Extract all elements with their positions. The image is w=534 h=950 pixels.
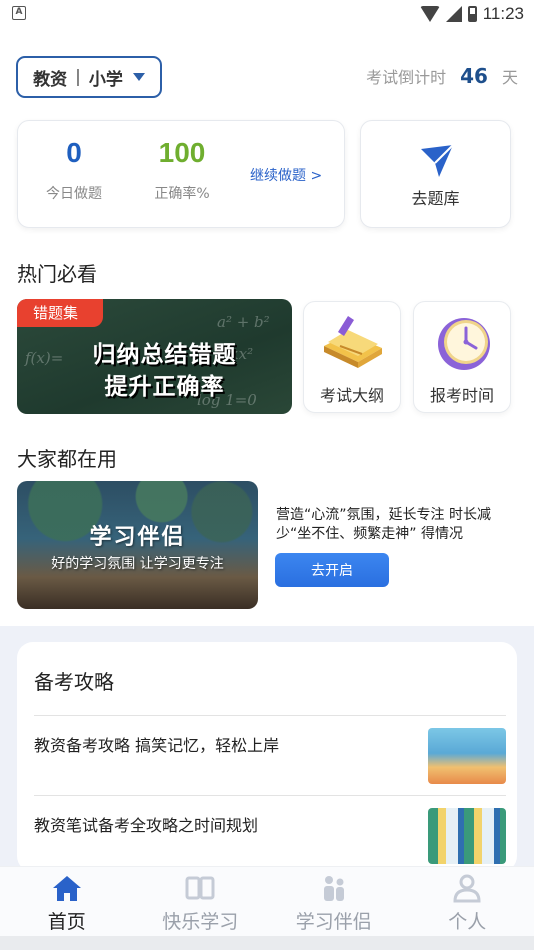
grade-label: 小学 <box>88 69 123 90</box>
question-bank-label: 去题库 <box>411 189 460 208</box>
registration-time-card[interactable]: 报考时间 <box>413 301 511 413</box>
open-book-icon <box>185 876 215 900</box>
registration-time-label: 报考时间 <box>429 386 494 405</box>
system-nav-bar <box>0 936 534 950</box>
open-study-companion-button[interactable]: 去开启 <box>275 553 389 587</box>
status-bar: A 11:23 <box>0 0 534 28</box>
exam-syllabus-label: 考试大纲 <box>319 386 384 405</box>
book-icon <box>324 316 382 368</box>
study-companion-title: 学习伴侣 <box>89 525 186 550</box>
people-icon <box>323 876 344 901</box>
banner-subheadline: 提升正确率 <box>104 374 225 400</box>
tab-home-label: 首页 <box>47 911 86 933</box>
today-count-label: 今日做题 <box>46 186 102 202</box>
battery-icon <box>467 6 477 22</box>
clock-icon <box>438 318 490 370</box>
question-bank-button[interactable]: 去题库 <box>360 120 511 228</box>
countdown-label: 考试倒计时 <box>366 68 447 87</box>
article-title: 教资备考攻略 搞笑记忆，轻松上岸 <box>34 736 280 755</box>
home-icon <box>52 876 81 901</box>
exam-divider: | <box>75 67 81 87</box>
article-thumbnail <box>428 728 506 784</box>
exam-syllabus-card[interactable]: 考试大纲 <box>303 301 401 413</box>
send-arrow-icon <box>421 144 454 177</box>
signal-icon <box>445 6 462 22</box>
exam-guide-card: 备考攻略 教资备考攻略 搞笑记忆，轻松上岸 教资笔试备考全攻略之时间规划 <box>17 642 517 872</box>
today-count-value: 0 <box>66 137 82 168</box>
exam-countdown: 考试倒计时 46 天 <box>366 64 518 88</box>
accuracy-stat: 100 正确率% <box>132 137 232 203</box>
popular-section-title: 大家都在用 <box>17 447 117 471</box>
study-companion-banner[interactable]: 学习伴侣 好的学习氛围 让学习更专注 <box>17 481 258 609</box>
continue-practice-link[interactable]: 继续做题 > <box>250 165 322 185</box>
banner-headline: 归纳总结错题 <box>92 342 237 368</box>
article-title: 教资笔试备考全攻略之时间规划 <box>34 816 259 835</box>
caret-down-icon <box>132 73 145 81</box>
practice-stats-card: 0 今日做题 100 正确率% 继续做题 > <box>17 120 345 228</box>
study-companion-subtitle: 好的学习氛围 让学习更专注 <box>51 556 224 572</box>
study-companion-description: 营造“心流”氛围，延长专注 时长减少“坐不住、频繁走神” 得情况 <box>276 507 491 542</box>
article-thumbnail <box>428 808 506 864</box>
hot-section-title: 热门必看 <box>17 262 97 286</box>
wifi-icon <box>419 6 440 22</box>
tab-study-companion-label: 学习伴侣 <box>295 911 372 933</box>
exam-type-selector[interactable]: 教资 | 小学 <box>16 56 162 98</box>
countdown-days: 46 <box>460 64 488 88</box>
countdown-unit: 天 <box>501 68 518 87</box>
tab-profile-label: 个人 <box>448 911 487 933</box>
person-icon <box>453 874 481 903</box>
status-time: 11:23 <box>482 4 524 23</box>
chalk-decoration: a² + b² <box>217 313 270 331</box>
divider <box>34 715 506 716</box>
status-right: 11:23 <box>419 2 524 26</box>
header: 教资 | 小学 考试倒计时 46 天 <box>16 56 518 98</box>
exam-type-label: 教资 <box>33 69 68 90</box>
today-count-stat: 0 今日做题 <box>24 137 124 203</box>
divider <box>34 795 506 796</box>
accuracy-label: 正确率% <box>154 186 210 202</box>
wrong-questions-banner[interactable]: a² + b² f(x)= =kx² log 1=0 错题集 归纳总结错题 提升… <box>17 299 292 414</box>
accuracy-value: 100 <box>158 137 206 168</box>
notification-badge-icon: A <box>12 6 26 20</box>
wrong-questions-tag: 错题集 <box>17 299 103 327</box>
tab-happy-learning-label: 快乐学习 <box>162 911 239 933</box>
guide-section-title: 备考攻略 <box>34 670 114 694</box>
